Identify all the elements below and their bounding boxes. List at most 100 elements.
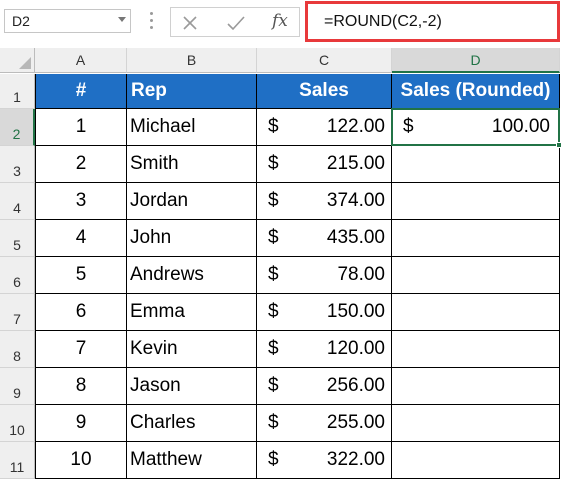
- formula-input[interactable]: =ROUND(C2,-2): [305, 1, 560, 42]
- cell-rounded[interactable]: $100.00: [392, 109, 560, 146]
- cell-rep[interactable]: Jordan: [127, 183, 257, 220]
- row-number: 6: [13, 274, 21, 290]
- row-header-11[interactable]: 11: [0, 442, 35, 479]
- cell-num[interactable]: 5: [35, 257, 127, 294]
- drag-handle-icon[interactable]: [150, 12, 154, 30]
- rep-name: Jason: [130, 375, 181, 396]
- cell-rounded[interactable]: [392, 442, 560, 479]
- row-number: 1: [13, 89, 21, 105]
- cancel-icon[interactable]: [181, 14, 199, 32]
- cell-num[interactable]: 4: [35, 220, 127, 257]
- rep-name: Jordan: [130, 190, 189, 211]
- sales-value: 78.00: [337, 264, 385, 285]
- cell-sales[interactable]: $150.00: [257, 294, 392, 331]
- cell-sales[interactable]: $374.00: [257, 183, 392, 220]
- num-value: 7: [75, 338, 87, 359]
- row-header-2[interactable]: 2: [0, 109, 35, 146]
- header-cell-rounded[interactable]: Sales (Rounded): [392, 74, 560, 109]
- column-header-b[interactable]: B: [127, 48, 257, 73]
- rep-name: Smith: [130, 153, 179, 174]
- fill-handle[interactable]: [556, 142, 562, 148]
- row-header-4[interactable]: 4: [0, 183, 35, 220]
- cell-sales[interactable]: $255.00: [257, 405, 392, 442]
- cell-rep[interactable]: John: [127, 220, 257, 257]
- rep-name: Emma: [130, 301, 185, 322]
- cell-num[interactable]: 10: [35, 442, 127, 479]
- row-header-6[interactable]: 6: [0, 257, 35, 294]
- cell-num[interactable]: 1: [35, 109, 127, 146]
- cell-rep[interactable]: Charles: [127, 405, 257, 442]
- cell-num[interactable]: 7: [35, 331, 127, 368]
- row-header-9[interactable]: 9: [0, 368, 35, 405]
- row-header-10[interactable]: 10: [0, 405, 35, 442]
- rep-name: Michael: [130, 116, 196, 137]
- cell-sales[interactable]: $435.00: [257, 220, 392, 257]
- column-header-c[interactable]: C: [257, 48, 392, 73]
- currency-symbol: $: [403, 116, 414, 137]
- cell-rep[interactable]: Matthew: [127, 442, 257, 479]
- column-header-d[interactable]: D: [392, 48, 560, 73]
- cell-sales[interactable]: $120.00: [257, 331, 392, 368]
- cell-rounded[interactable]: [392, 331, 560, 368]
- header-cell-num[interactable]: #: [35, 74, 127, 109]
- cell-sales[interactable]: $322.00: [257, 442, 392, 479]
- cell-rounded[interactable]: [392, 405, 560, 442]
- currency-symbol: $: [268, 227, 279, 248]
- row-header-8[interactable]: 8: [0, 331, 35, 368]
- rep-name: John: [130, 227, 172, 248]
- cell-rep[interactable]: Andrews: [127, 257, 257, 294]
- spreadsheet-grid: ABCD 1 2 3 4 5 6 7 8 9 10 11 # Rep Sales Sales (Round…: [0, 46, 565, 484]
- cell-sales[interactable]: $122.00: [257, 109, 392, 146]
- cell-num[interactable]: 9: [35, 405, 127, 442]
- num-value: 1: [75, 116, 87, 137]
- row-number: 7: [13, 311, 21, 327]
- cell-rep[interactable]: Michael: [127, 109, 257, 146]
- num-value: 8: [75, 375, 87, 396]
- num-value: 2: [75, 153, 87, 174]
- cell-rounded[interactable]: [392, 146, 560, 183]
- cell-rounded[interactable]: [392, 368, 560, 405]
- cell-rounded[interactable]: [392, 257, 560, 294]
- chevron-down-icon[interactable]: [118, 17, 126, 22]
- sales-value: 122.00: [326, 116, 385, 137]
- rep-name: Charles: [130, 412, 196, 433]
- row-number: 10: [9, 422, 25, 438]
- cell-num[interactable]: 8: [35, 368, 127, 405]
- cell-sales[interactable]: $215.00: [257, 146, 392, 183]
- row-header-1[interactable]: 1: [0, 74, 35, 109]
- column-header-a[interactable]: A: [35, 48, 127, 73]
- currency-symbol: $: [268, 375, 279, 396]
- cell-rounded[interactable]: [392, 183, 560, 220]
- cell-num[interactable]: 2: [35, 146, 127, 183]
- row-header-5[interactable]: 5: [0, 220, 35, 257]
- cell-rep[interactable]: Smith: [127, 146, 257, 183]
- cell-rep[interactable]: Emma: [127, 294, 257, 331]
- cell-rounded[interactable]: [392, 294, 560, 331]
- currency-symbol: $: [268, 449, 279, 470]
- cell-sales[interactable]: $256.00: [257, 368, 392, 405]
- currency-symbol: $: [268, 190, 279, 211]
- sales-value: 150.00: [326, 301, 385, 322]
- cell-rep[interactable]: Kevin: [127, 331, 257, 368]
- cell-num[interactable]: 3: [35, 183, 127, 220]
- cell-sales[interactable]: $78.00: [257, 257, 392, 294]
- name-box[interactable]: D2: [4, 9, 131, 33]
- sales-value: 374.00: [326, 190, 385, 211]
- cell-num[interactable]: 6: [35, 294, 127, 331]
- header-label-rep: Rep: [131, 80, 167, 101]
- row-header-3[interactable]: 3: [0, 146, 35, 183]
- cell-rounded[interactable]: [392, 220, 560, 257]
- row-header-7[interactable]: 7: [0, 294, 35, 331]
- sales-value: 322.00: [326, 449, 385, 470]
- currency-symbol: $: [268, 153, 279, 174]
- header-cell-rep[interactable]: Rep: [127, 74, 257, 109]
- cell-rep[interactable]: Jason: [127, 368, 257, 405]
- checkmark-icon[interactable]: [226, 14, 246, 32]
- rep-name: Matthew: [130, 449, 202, 470]
- select-all-button[interactable]: [0, 48, 35, 73]
- header-cell-sales[interactable]: Sales: [257, 74, 392, 109]
- insert-function-icon[interactable]: fx: [272, 11, 288, 31]
- currency-symbol: $: [268, 338, 279, 359]
- formula-text[interactable]: =ROUND(C2,-2): [324, 13, 442, 31]
- row-number: 2: [12, 126, 21, 142]
